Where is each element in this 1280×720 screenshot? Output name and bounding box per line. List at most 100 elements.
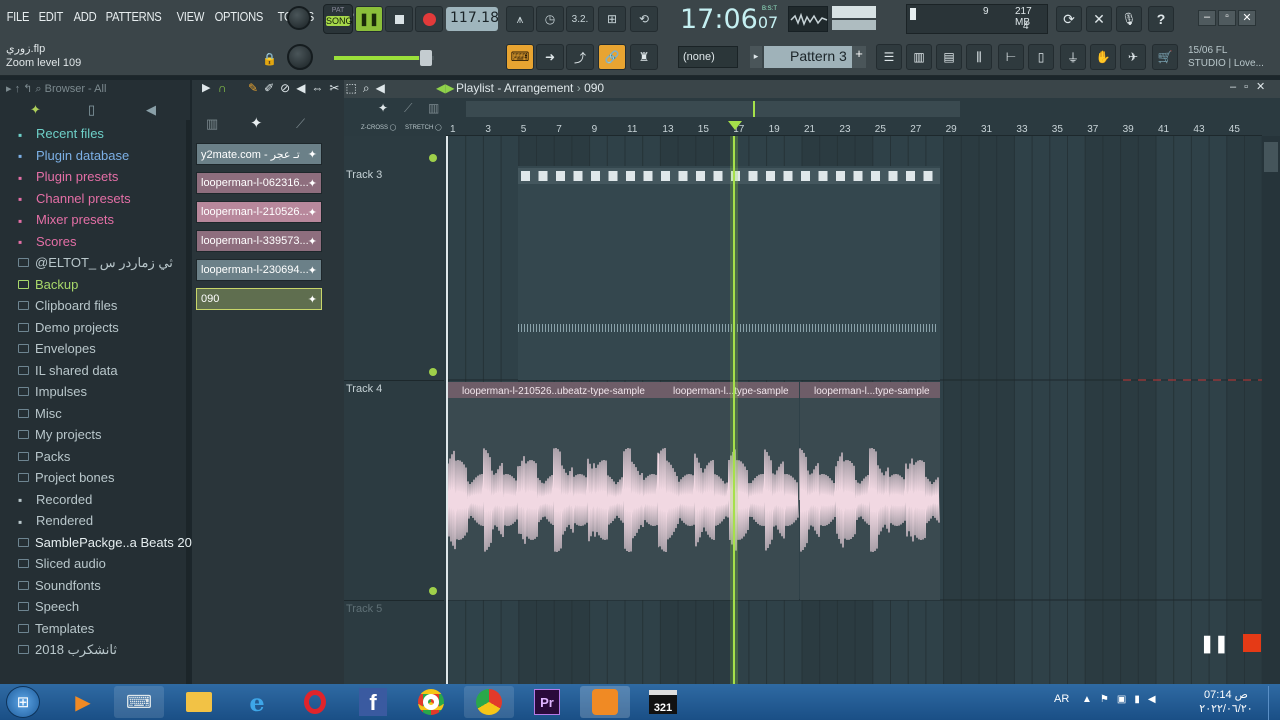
piano-roll-window-button[interactable]: ▥ — [906, 44, 932, 70]
browser-item[interactable]: Speech — [18, 596, 79, 617]
taskbar-player-321[interactable]: 321 — [638, 686, 688, 718]
browser-item[interactable]: ▪ Mixer presets — [18, 209, 114, 230]
track-3-mute-led-2[interactable] — [429, 368, 437, 376]
language-indicator[interactable]: AR — [1054, 693, 1069, 705]
blend-notes-button[interactable]: ⊞ — [598, 6, 626, 32]
timeline-ruler[interactable]: 1 3 5 7 9 11 13 15 17 19 21 23 25 27 29 31 33 35 37 39 41 43 4… — [446, 120, 1262, 136]
taskbar-internet-explorer[interactable]: e — [232, 686, 282, 718]
taskbar-fl-studio[interactable] — [580, 686, 630, 718]
touch-controller-button[interactable]: ✋ — [1090, 44, 1116, 70]
menu-item-add[interactable]: ADD — [71, 9, 99, 24]
snap-selector[interactable]: (none) — [678, 46, 738, 68]
slip-icon[interactable]: ⇔ — [311, 81, 329, 95]
playlist-scroll-thumb[interactable] — [1264, 142, 1278, 172]
master-volume-knob[interactable] — [287, 6, 311, 30]
zcross-toggle[interactable]: Z-CROSS ◯ — [361, 124, 396, 131]
mixer-window-button[interactable]: ⫼ — [966, 44, 992, 70]
paint-icon[interactable]: ✐ — [264, 81, 280, 95]
taskbar-facebook[interactable]: f — [348, 686, 398, 718]
browser-scrollbar[interactable] — [186, 120, 190, 684]
track-4-mute-led[interactable] — [429, 587, 437, 595]
browser-item[interactable]: SamblePackge..a Beats 2023 — [18, 532, 206, 553]
system-tray[interactable]: ▲⚑▣▮◀ — [1082, 694, 1164, 705]
playlist-direction-icon[interactable]: ◀▶ — [436, 81, 454, 95]
record-audio-button[interactable]: 🎙 — [1116, 6, 1142, 32]
browser-item[interactable]: @ELTOT_ ثي زماردر س — [18, 252, 173, 273]
collapse-arrow-icon[interactable]: ▸ ↑ ↰ — [6, 83, 32, 95]
wait-input-button[interactable]: ◷ — [536, 6, 564, 32]
snap-link-button[interactable]: 🔗 — [598, 44, 626, 70]
track-3-label[interactable]: Track 3 — [346, 169, 382, 181]
playlist-audio-icon[interactable]: ✦ — [378, 101, 388, 115]
browser-item[interactable]: Clipboard files — [18, 295, 117, 316]
plugin-picker-button[interactable]: ⏚ — [1060, 44, 1086, 70]
browser-item[interactable]: ▪ Plugin database — [18, 145, 129, 166]
search-icon[interactable]: ⌕ — [35, 83, 41, 95]
loop-record-button[interactable]: ⟲ — [630, 6, 658, 32]
playlist-tools[interactable]: ✎✐⊘◀⇔✂⬚⌕◀ — [248, 81, 391, 96]
tempo-display[interactable]: 117.184 — [446, 7, 498, 31]
browser-file-icon[interactable]: ▯ — [88, 102, 95, 118]
master-volume-slider[interactable] — [334, 56, 434, 60]
select-icon[interactable]: ⬚ — [345, 81, 362, 95]
menu-item-options[interactable]: OPTIONS — [212, 9, 266, 24]
pat-song-toggle[interactable]: PAT SONG — [323, 4, 353, 34]
menu-item-edit[interactable]: EDIT — [36, 9, 66, 24]
master-pitch-knob[interactable] — [287, 44, 313, 70]
channel-clip-source[interactable]: looperman-l-210526... ✦ — [196, 201, 322, 223]
pl-minimize-icon[interactable]: – — [1230, 81, 1244, 93]
playlist-scrollbar[interactable] — [1262, 136, 1280, 684]
taskbar-keyboard[interactable]: ⌨ — [114, 686, 164, 718]
browser-item[interactable]: ▪ Scores — [18, 231, 76, 252]
pattern-prev-arrow[interactable]: ▸ — [750, 46, 762, 68]
volume-icon[interactable]: ◀ — [1148, 694, 1164, 705]
record-button[interactable] — [415, 6, 443, 32]
flag-icon[interactable]: ⚑ — [1100, 694, 1117, 705]
browser-item[interactable]: My projects — [18, 424, 101, 445]
stop-button[interactable] — [385, 6, 413, 32]
start-button[interactable]: ⊞ — [6, 686, 40, 718]
browser-snap-icon[interactable]: ✦ — [30, 102, 41, 118]
pl-maximize-icon[interactable]: ▫ — [1244, 81, 1256, 93]
pause-button[interactable]: ❚❚ — [355, 6, 383, 32]
playlist-scroll-overview[interactable] — [466, 101, 960, 117]
playlist-pattern-icon[interactable]: ▥ — [428, 101, 439, 115]
reset-button[interactable]: ⟳ — [1056, 6, 1082, 32]
store-button[interactable]: 🛒 — [1152, 44, 1178, 70]
tray-arrow-icon[interactable]: ▲ — [1082, 694, 1100, 705]
channel-clip-source[interactable]: looperman-l-339573... ✦ — [196, 230, 322, 252]
browser-item[interactable]: Packs — [18, 446, 70, 467]
browser-item[interactable]: Sliced audio — [18, 553, 106, 574]
patterns-tab-icon[interactable]: ▥ — [206, 116, 218, 132]
pl-close-icon[interactable]: ✕ — [1256, 81, 1273, 93]
browser-item[interactable]: Impulses — [18, 381, 87, 402]
undo-button[interactable]: ✕ — [1086, 6, 1112, 32]
slide-button[interactable]: ⤴ — [566, 44, 594, 70]
playback-icon[interactable]: ◀ — [376, 81, 391, 95]
add-pattern-button[interactable]: + — [852, 46, 866, 68]
slice-icon[interactable]: ✂ — [329, 81, 345, 95]
typing-keyboard-button[interactable]: ⌨ — [506, 44, 534, 70]
countdown-button[interactable]: 3.2. — [566, 6, 594, 32]
step-edit-button[interactable]: ➜ — [536, 44, 564, 70]
browser-item[interactable]: ▪ Rendered — [18, 510, 93, 531]
pencil-icon[interactable]: ✎ — [248, 81, 264, 95]
action-center-icon[interactable]: ▣ — [1117, 694, 1134, 705]
news-panel[interactable]: 15/06 FL STUDIO | Love... — [1188, 44, 1264, 70]
browser-item[interactable]: Envelopes — [18, 338, 96, 359]
taskbar-media-player[interactable]: ▶ — [58, 686, 108, 718]
taskbar-opera[interactable] — [290, 686, 340, 718]
audio-tab-icon[interactable]: ✦ — [250, 114, 263, 132]
menu-item-view[interactable]: VIEW — [174, 9, 207, 24]
automation-tab-icon[interactable]: ⟋ — [296, 116, 305, 132]
screen-record-stop-icon[interactable] — [1243, 634, 1261, 652]
menu-item-patterns[interactable]: PATTERNS — [103, 9, 164, 24]
browser-item[interactable]: Demo projects — [18, 317, 119, 338]
playlist-window-controls[interactable]: –▫✕ — [1230, 80, 1273, 93]
channel-clip-source[interactable]: 090 ✦ — [196, 288, 322, 310]
browser-item[interactable]: Project bones — [18, 467, 115, 488]
maximize-button[interactable]: ▫ — [1218, 10, 1236, 26]
channel-clip-source[interactable]: looperman-l-230694... ✦ — [196, 259, 322, 281]
menu-item-file[interactable]: FILE — [4, 9, 32, 24]
playlist-grid[interactable]: looperman-l-210526..ubeatz-type-sample lo… — [446, 136, 1262, 684]
